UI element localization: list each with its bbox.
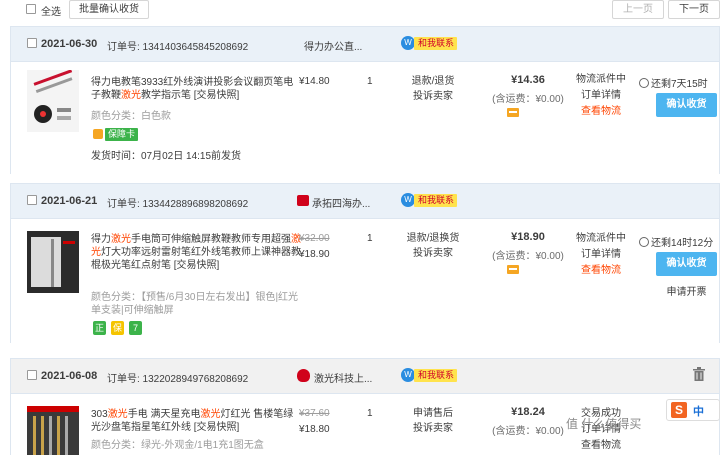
toolbar: 全选 批量确认收货 上一页 下一页 — [0, 0, 720, 20]
shipping-fee: (含运费：¥0.00) — [492, 426, 564, 437]
unit-price: ¥18.80 — [299, 424, 330, 435]
order-number: 订单号: 1334428896898208692 — [107, 199, 249, 210]
card-icon — [507, 108, 519, 117]
order-header: 2021-06-30 订单号: 1341403645845208692 得力办公… — [11, 27, 719, 62]
countdown: 还剩7天15时 — [639, 75, 708, 90]
contact-label: 和我联系 — [414, 37, 458, 50]
order-checkbox[interactable] — [27, 38, 37, 48]
order-body: 得力激光手电筒可伸缩触屏教鞭教师专用超强激光灯大功率远射雷射笔红外线笔教师上课神… — [11, 219, 719, 343]
shipping-fee: (含运费：¥0.00) — [492, 251, 564, 262]
after-sale-ops: 退款/退换货 投诉卖家 — [403, 231, 463, 261]
product-image[interactable] — [27, 69, 79, 132]
product-title[interactable]: 得力激光手电筒可伸缩触屏教鞭教师专用超强激光灯大功率远射雷射笔红外线笔教师上课神… — [91, 233, 301, 272]
order-checkbox[interactable] — [27, 195, 37, 205]
order-number: 订单号: 1341403645845208692 — [107, 42, 249, 53]
seven-day-return-badge[interactable]: 7 — [129, 321, 142, 335]
wangwang-icon: W — [401, 36, 415, 50]
sogou-icon: S — [671, 402, 687, 418]
order-checkbox[interactable] — [27, 370, 37, 380]
next-page-button[interactable]: 下一页 — [668, 0, 720, 19]
shipping-fee: (含运费：¥0.00) — [492, 94, 564, 105]
shield-icon — [93, 129, 103, 139]
genuine-badge[interactable]: 正 — [93, 321, 106, 335]
wangwang-icon: W — [401, 368, 415, 382]
protection-label: 保障卡 — [105, 128, 139, 141]
complain-link[interactable]: 投诉卖家 — [403, 89, 463, 104]
shop-name[interactable]: 激光科技上... — [314, 370, 372, 385]
quantity: 1 — [367, 408, 373, 419]
tmall-icon — [297, 195, 309, 206]
ime-language-indicator[interactable]: 中 — [693, 403, 704, 419]
unit-price: ¥18.90 — [299, 249, 330, 260]
after-sale-ops: 退款/退货 投诉卖家 — [403, 74, 463, 104]
order-card: 2021-06-21 订单号: 1334428896898208692 承拓四海… — [10, 183, 720, 343]
apply-after-sale-link[interactable]: 申请售后 — [403, 406, 463, 421]
select-all-label: 全选 — [41, 7, 61, 18]
select-all-checkbox[interactable] — [26, 4, 36, 14]
ship-time: 发货时间：07月02日 14:15前发货 — [91, 151, 242, 162]
total-price: ¥18.24 — [511, 406, 545, 418]
order-card: 2021-06-08 订单号: 1322028949768208692 激光科技… — [10, 358, 720, 455]
clock-icon — [639, 78, 649, 88]
order-date: 2021-06-30 — [41, 38, 98, 50]
view-logistics-link[interactable]: 查看物流 — [571, 438, 631, 454]
product-variant: 颜色分类：白色款 — [91, 111, 171, 122]
product-image[interactable] — [27, 406, 79, 455]
product-image[interactable] — [27, 231, 79, 293]
total-price: ¥14.36 — [511, 74, 545, 86]
unit-price: ¥14.80 — [299, 76, 330, 87]
order-status: 物流派件中 订单详情 查看物流 — [571, 231, 631, 279]
guarantee-badge[interactable]: 保 — [111, 321, 124, 335]
confirm-receipt-button[interactable]: 确认收货 — [656, 252, 717, 276]
clock-icon — [639, 237, 649, 247]
quantity: 1 — [367, 233, 373, 244]
product-variant: 颜色分类：【预售/6月30日左右发出】银色|红光 单支装|可伸缩触屏 — [91, 292, 299, 316]
status-text: 物流派件中 — [576, 233, 626, 244]
order-header: 2021-06-08 订单号: 1322028949768208692 激光科技… — [11, 359, 719, 394]
ime-toolbar[interactable]: S 中 — [666, 399, 720, 421]
quantity: 1 — [367, 76, 373, 87]
card-icon — [507, 265, 519, 274]
view-logistics-link[interactable]: 查看物流 — [571, 263, 631, 279]
complain-link[interactable]: 投诉卖家 — [403, 246, 463, 261]
after-sale-ops: 申请售后 投诉卖家 — [403, 406, 463, 436]
order-body: 得力电教笔3933红外线演讲投影会议翻页笔电子教鞭激光教学指示笔 [交易快照] … — [11, 62, 719, 174]
confirm-receipt-button[interactable]: 确认收货 — [656, 93, 717, 117]
watermark: 值 什么值得买 — [566, 417, 642, 431]
order-header: 2021-06-21 订单号: 1334428896898208692 承拓四海… — [11, 184, 719, 219]
shop-name[interactable]: 承拓四海办... — [312, 195, 370, 210]
original-price: ¥37.60 — [299, 408, 330, 419]
countdown: 还剩14时12分 — [639, 234, 713, 249]
contact-label: 和我联系 — [414, 369, 458, 382]
order-date: 2021-06-08 — [41, 370, 98, 382]
prev-page-button[interactable]: 上一页 — [612, 0, 664, 19]
order-detail-link[interactable]: 订单详情 — [571, 247, 631, 263]
refund-link[interactable]: 退款/退货 — [403, 74, 463, 89]
order-status: 物流派件中 订单详情 查看物流 — [571, 72, 631, 120]
product-variant: 颜色分类：绿光-外观金/1电1充1图无盒 — [91, 440, 264, 451]
original-price: ¥32.00 — [299, 233, 330, 244]
batch-confirm-button[interactable]: 批量确认收货 — [69, 0, 149, 19]
complain-link[interactable]: 投诉卖家 — [403, 421, 463, 436]
trash-icon[interactable] — [693, 367, 705, 381]
shop-name[interactable]: 得力办公直... — [304, 38, 362, 53]
status-text: 物流派件中 — [576, 74, 626, 85]
contact-label: 和我联系 — [414, 194, 458, 207]
order-number: 订单号: 1322028949768208692 — [107, 374, 249, 385]
product-title[interactable]: 得力电教笔3933红外线演讲投影会议翻页笔电子教鞭激光教学指示笔 [交易快照] — [91, 76, 301, 102]
request-invoice-link[interactable]: 申请开票 — [656, 283, 717, 298]
view-logistics-link[interactable]: 查看物流 — [571, 104, 631, 120]
product-title[interactable]: 303激光手电 满天星充电激光灯红光 售楼笔绿光沙盘笔指星笔红外线 [交易快照] — [91, 408, 301, 434]
order-card: 2021-06-30 订单号: 1341403645845208692 得力办公… — [10, 26, 720, 174]
order-detail-link[interactable]: 订单详情 — [571, 88, 631, 104]
wangwang-icon: W — [401, 193, 415, 207]
refund-link[interactable]: 退款/退换货 — [403, 231, 463, 246]
shop-logo-icon — [297, 369, 310, 382]
total-price: ¥18.90 — [511, 231, 545, 243]
order-date: 2021-06-21 — [41, 195, 98, 207]
